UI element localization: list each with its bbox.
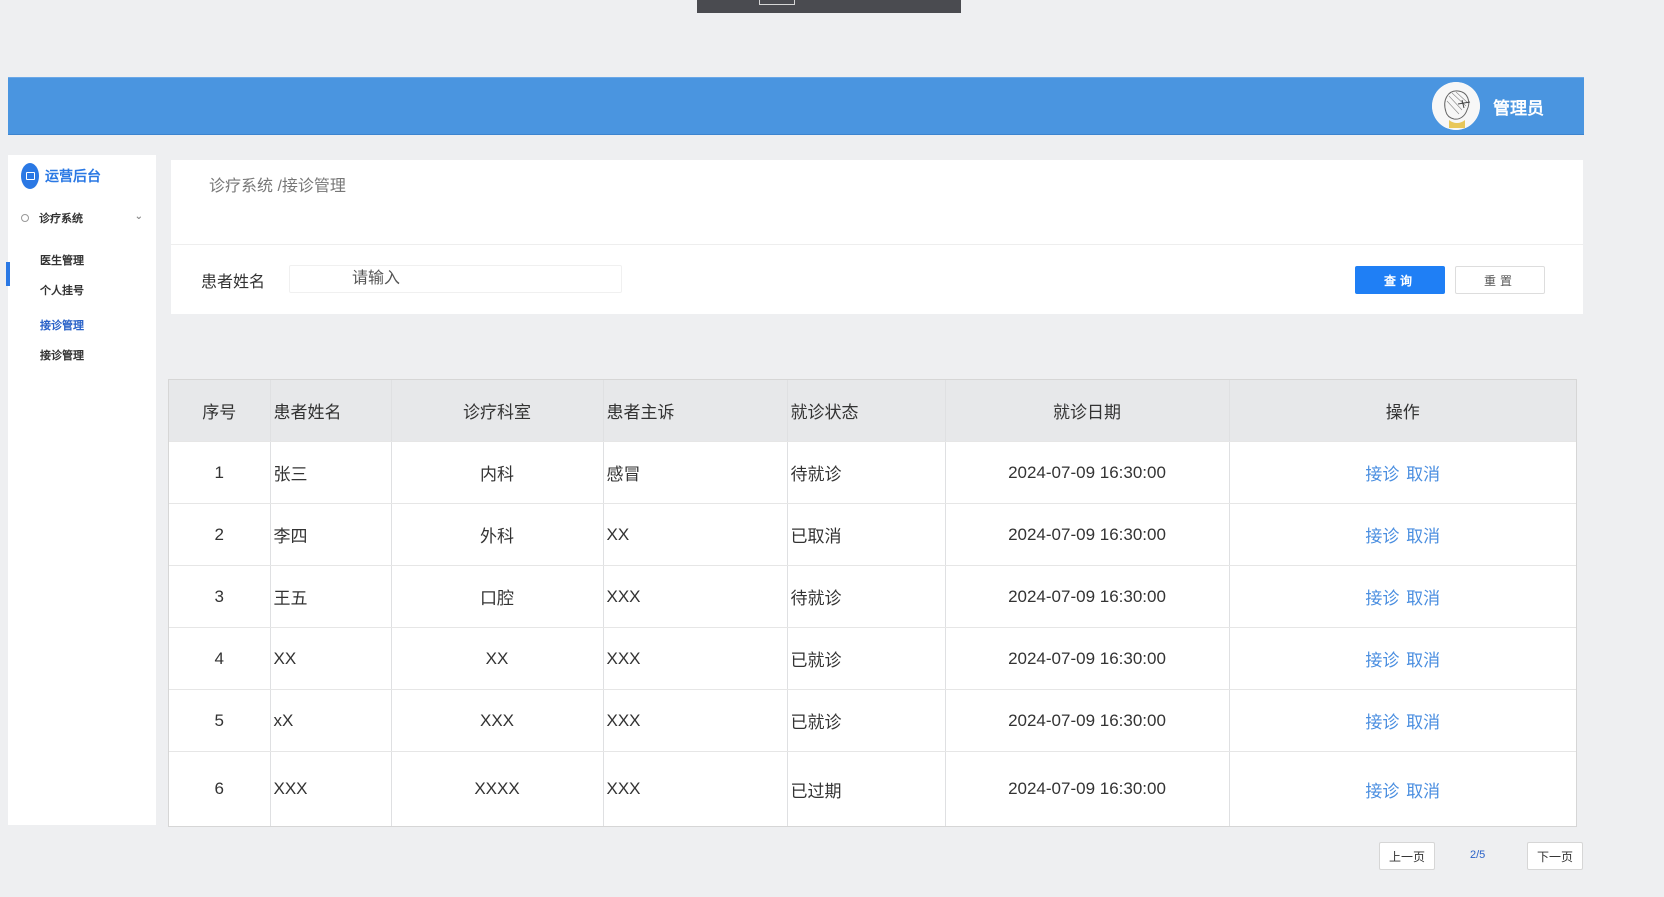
avatar-sketch-icon	[1432, 82, 1480, 130]
sidebar: 运营后台 诊疗系统 ⌄ 医生管理 个人挂号 接诊管理 接诊管理	[6, 155, 156, 825]
cell-status: 已取消	[787, 503, 946, 566]
column-header-no: 序号	[169, 380, 271, 442]
sidebar-group-clinic[interactable]: 诊疗系统 ⌄	[21, 209, 151, 227]
cell-actions: 接诊 取消	[1229, 752, 1576, 827]
cell-date: 2024-07-09 16:30:00	[945, 751, 1230, 826]
cell-no: 4	[169, 627, 271, 690]
sidebar-item-doctors[interactable]: 医生管理	[40, 252, 84, 268]
panel-divider	[171, 244, 1583, 245]
column-header-status: 就诊状态	[787, 380, 946, 442]
column-header-date: 就诊日期	[945, 380, 1230, 442]
settings-icon	[21, 214, 29, 222]
cell-date: 2024-07-09 16:30:00	[945, 441, 1230, 504]
brand-logo-icon	[21, 163, 39, 189]
cell-actions: 接诊 取消	[1229, 689, 1576, 752]
cell-dept: 内科	[391, 441, 604, 504]
cell-status: 已过期	[787, 751, 946, 826]
sidebar-item-reception[interactable]: 接诊管理	[40, 347, 84, 363]
accept-link[interactable]: 接诊	[1365, 527, 1399, 546]
table-row: 5 xX XXX XXX 已就诊 2024-07-09 16:30:00 接诊 …	[169, 689, 1576, 752]
cell-dept: XXXX	[391, 751, 604, 826]
cell-complaint: XXX	[603, 751, 788, 826]
cell-complaint: XX	[603, 503, 788, 566]
column-header-actions: 操作	[1229, 380, 1576, 442]
cell-date: 2024-07-09 16:30:00	[945, 627, 1230, 690]
table-row: 4 XX XX XXX 已就诊 2024-07-09 16:30:00 接诊 取…	[169, 627, 1576, 690]
window-top-tab	[697, 0, 961, 13]
accept-link[interactable]: 接诊	[1365, 713, 1399, 732]
chevron-down-icon: ⌄	[134, 211, 143, 222]
active-indicator	[6, 262, 10, 286]
cancel-link[interactable]: 取消	[1406, 713, 1440, 732]
patient-name-input[interactable]	[289, 265, 622, 293]
user-name[interactable]: 管理员	[1493, 94, 1544, 119]
cell-name: 张三	[270, 441, 392, 504]
accept-link[interactable]: 接诊	[1365, 651, 1399, 670]
cell-status: 已就诊	[787, 689, 946, 752]
table-row: 2 李四 外科 XX 已取消 2024-07-09 16:30:00 接诊 取消	[169, 503, 1576, 566]
cell-no: 2	[169, 503, 271, 566]
cell-name: 李四	[270, 503, 392, 566]
cell-dept: XXX	[391, 689, 604, 752]
cell-status: 已就诊	[787, 627, 946, 690]
cell-date: 2024-07-09 16:30:00	[945, 503, 1230, 566]
prev-page-button[interactable]: 上一页	[1379, 842, 1435, 870]
top-header: 管理员	[8, 77, 1584, 135]
brand[interactable]: 运营后台	[21, 162, 101, 190]
table-row: 1 张三 内科 感冒 待就诊 2024-07-09 16:30:00 接诊 取消	[169, 441, 1576, 504]
accept-link[interactable]: 接诊	[1365, 465, 1399, 484]
next-page-button[interactable]: 下一页	[1527, 842, 1583, 870]
sidebar-group-label: 诊疗系统	[39, 213, 83, 225]
cell-name: xX	[270, 689, 392, 752]
column-header-complaint: 患者主诉	[603, 380, 788, 442]
cell-complaint: XXX	[603, 689, 788, 752]
cell-actions: 接诊 取消	[1229, 503, 1576, 566]
table-row: 3 王五 口腔 XXX 待就诊 2024-07-09 16:30:00 接诊 取…	[169, 565, 1576, 628]
sidebar-item-registration[interactable]: 个人挂号	[40, 282, 84, 298]
cell-status: 待就诊	[787, 441, 946, 504]
accept-link[interactable]: 接诊	[1365, 589, 1399, 608]
cell-name: 王五	[270, 565, 392, 628]
cancel-link[interactable]: 取消	[1406, 465, 1440, 484]
cell-no: 3	[169, 565, 271, 628]
cell-no: 6	[169, 751, 271, 826]
cell-status: 待就诊	[787, 565, 946, 628]
cell-no: 1	[169, 441, 271, 504]
cancel-link[interactable]: 取消	[1406, 589, 1440, 608]
cell-complaint: XXX	[603, 627, 788, 690]
column-header-dept: 诊疗科室	[391, 380, 604, 442]
reset-button[interactable]: 重置	[1455, 266, 1545, 294]
cell-complaint: XXX	[603, 565, 788, 628]
cancel-link[interactable]: 取消	[1406, 527, 1440, 546]
search-panel: 诊疗系统 /接诊管理 患者姓名 查询 重置	[171, 160, 1583, 314]
cell-complaint: 感冒	[603, 441, 788, 504]
breadcrumb: 诊疗系统 /接诊管理	[209, 178, 346, 195]
cell-date: 2024-07-09 16:30:00	[945, 565, 1230, 628]
cancel-link[interactable]: 取消	[1406, 651, 1440, 670]
cell-date: 2024-07-09 16:30:00	[945, 689, 1230, 752]
cell-dept: XX	[391, 627, 604, 690]
cell-actions: 接诊 取消	[1229, 565, 1576, 628]
accept-link[interactable]: 接诊	[1365, 782, 1399, 801]
cell-actions: 接诊 取消	[1229, 441, 1576, 504]
sidebar-item-reception-active[interactable]: 接诊管理	[40, 317, 84, 333]
table-header-row: 序号 患者姓名 诊疗科室 患者主诉 就诊状态 就诊日期 操作	[169, 380, 1576, 442]
column-header-name: 患者姓名	[270, 380, 392, 442]
table-row: 6 XXX XXXX XXX 已过期 2024-07-09 16:30:00 接…	[169, 751, 1576, 827]
query-button[interactable]: 查询	[1355, 266, 1445, 294]
cell-name: XX	[270, 627, 392, 690]
brand-title: 运营后台	[45, 168, 101, 184]
cell-dept: 口腔	[391, 565, 604, 628]
cancel-link[interactable]: 取消	[1406, 782, 1440, 801]
cell-actions: 接诊 取消	[1229, 627, 1576, 690]
cell-name: XXX	[270, 751, 392, 826]
cell-no: 5	[169, 689, 271, 752]
cell-dept: 外科	[391, 503, 604, 566]
avatar[interactable]	[1432, 82, 1480, 130]
reception-table: 序号 患者姓名 诊疗科室 患者主诉 就诊状态 就诊日期 操作 1 张三 内科 感…	[168, 379, 1577, 827]
patient-name-label: 患者姓名	[201, 274, 266, 291]
tab-notch	[759, 0, 795, 5]
page-indicator: 2/5	[1470, 849, 1486, 861]
